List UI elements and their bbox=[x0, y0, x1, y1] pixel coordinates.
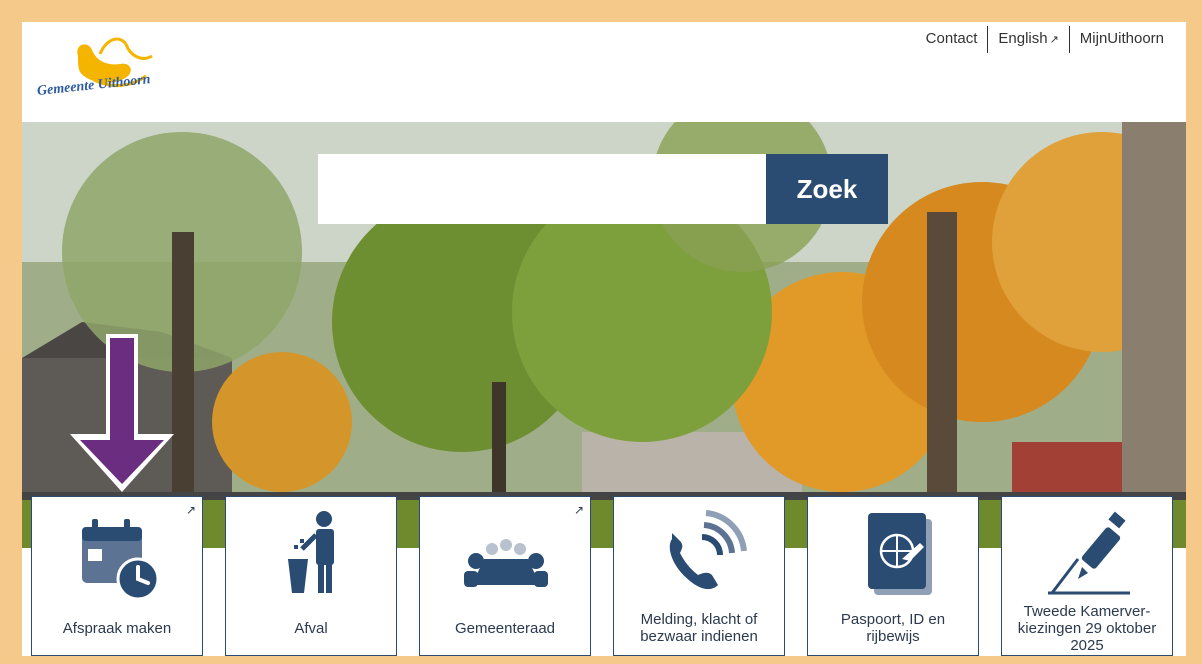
arrow-down-icon bbox=[70, 334, 174, 492]
meeting-table-icon bbox=[464, 539, 548, 587]
contact-link-label: Contact bbox=[925, 30, 978, 47]
site-header: Gemeente Uithoorn Contact English ↗ MijnU… bbox=[22, 22, 1186, 122]
tile-verkiezingen[interactable]: Tweede Kamerver-kiezingen 29 oktober 202… bbox=[1001, 496, 1173, 656]
english-link-label: English bbox=[998, 30, 1048, 47]
tile-label: Afspraak maken bbox=[62, 619, 172, 637]
tile-label: Paspoort, ID en rijbewijs bbox=[840, 611, 946, 645]
tile-gemeenteraad[interactable]: ↗ Gemeenteraad bbox=[419, 496, 591, 656]
logo[interactable]: Gemeente Uithoorn bbox=[34, 26, 194, 118]
mijnuithoorn-link[interactable]: MijnUithoorn bbox=[1068, 26, 1174, 53]
calendar-clock-icon bbox=[82, 519, 160, 599]
external-link-icon: ↗ bbox=[573, 503, 584, 517]
tile-afspraak-maken[interactable]: ↗ Afspraak maken bbox=[31, 496, 203, 656]
trash-person-icon bbox=[288, 511, 334, 593]
tile-label: Tweede Kamerver-kiezingen 29 oktober 202… bbox=[1017, 602, 1157, 654]
tile-label: Afval bbox=[294, 619, 328, 637]
quick-links: ↗ Afspraak maken Afval ↗ Gemeenteraad Me… bbox=[31, 496, 1177, 656]
tile-label: Gemeenteraad bbox=[454, 619, 556, 637]
passport-icon bbox=[868, 513, 932, 595]
ballot-pencil-icon bbox=[1048, 511, 1130, 595]
external-link-icon: ↗ bbox=[1049, 34, 1059, 46]
search-input[interactable] bbox=[318, 154, 766, 224]
tile-paspoort[interactable]: Paspoort, ID en rijbewijs bbox=[807, 496, 979, 656]
logo-icon bbox=[77, 37, 153, 87]
external-link-icon: ↗ bbox=[185, 503, 196, 517]
top-links: Contact English ↗ MijnUithoorn bbox=[916, 26, 1174, 53]
page: Gemeente Uithoorn Contact English ↗ MijnU… bbox=[22, 22, 1186, 656]
hero-image: Zoek bbox=[22, 122, 1186, 548]
search-button[interactable]: Zoek bbox=[766, 154, 888, 224]
phone-icon bbox=[669, 510, 747, 590]
english-link[interactable]: English ↗ bbox=[987, 26, 1068, 53]
contact-link[interactable]: Contact bbox=[916, 26, 988, 53]
tile-afval[interactable]: Afval bbox=[225, 496, 397, 656]
tile-melding[interactable]: Melding, klacht of bezwaar indienen bbox=[613, 496, 785, 656]
tile-label: Melding, klacht of bezwaar indienen bbox=[640, 611, 758, 645]
mijnuithoorn-link-label: MijnUithoorn bbox=[1079, 30, 1164, 47]
